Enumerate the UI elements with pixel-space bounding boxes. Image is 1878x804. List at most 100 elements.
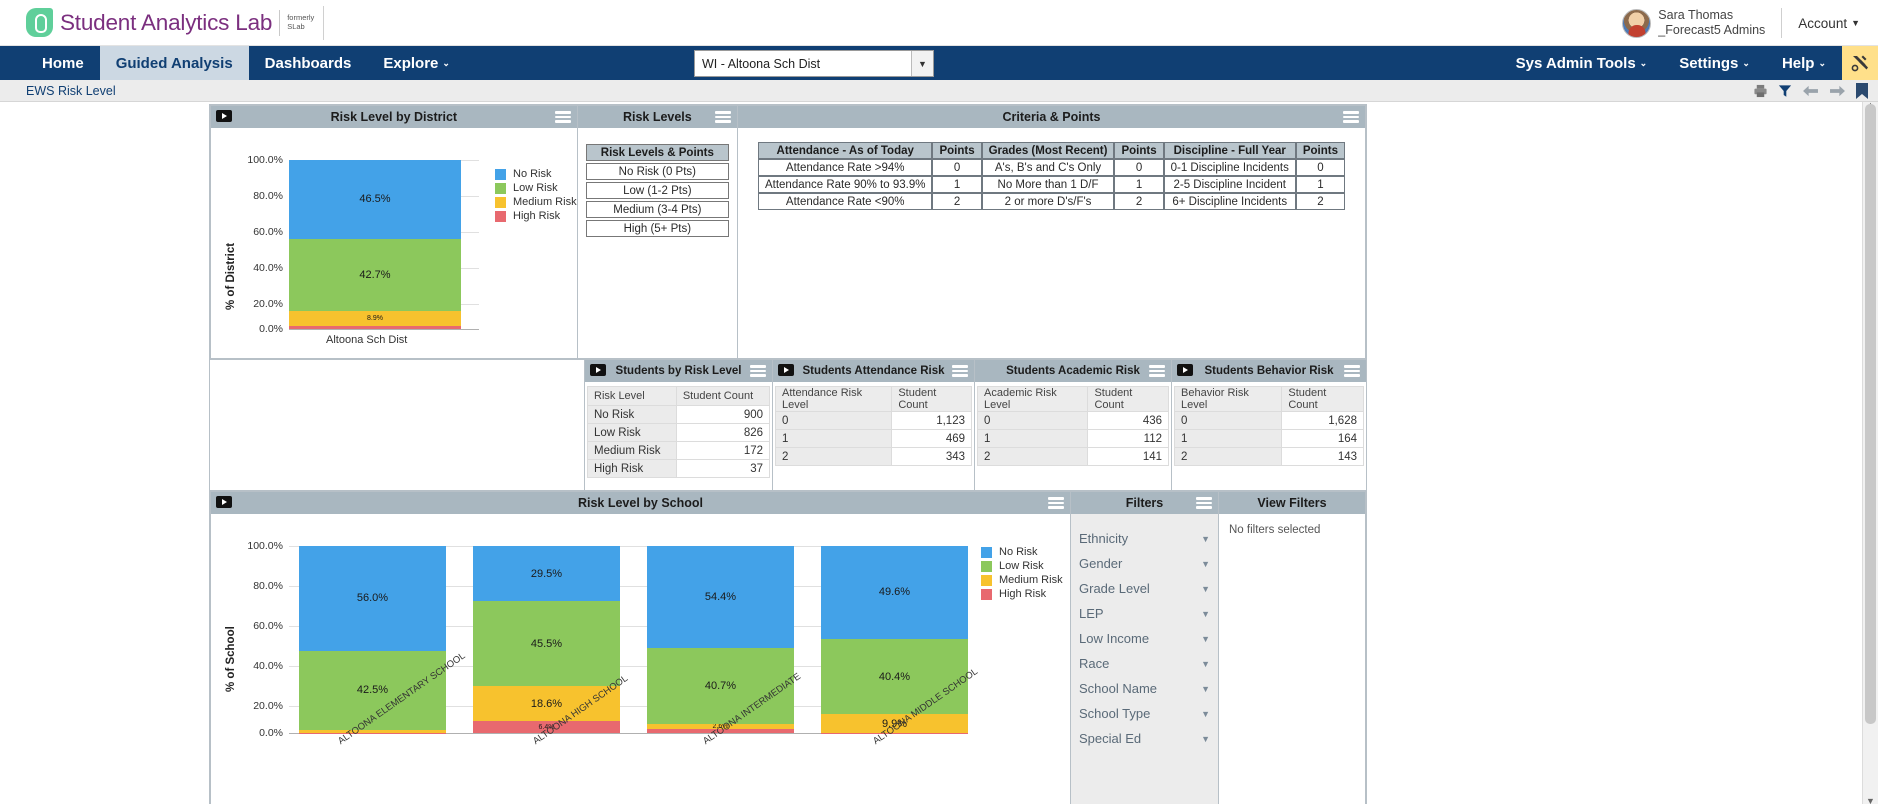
panel-menu-icon[interactable] xyxy=(714,111,731,123)
table-header[interactable]: Student Count xyxy=(1281,386,1364,412)
video-play-icon[interactable] xyxy=(778,364,794,376)
panel-risk-level-by-school: Risk Level by School % of School 100.0% … xyxy=(210,491,1071,804)
table-header[interactable]: Risk Level xyxy=(587,386,677,406)
bar-segment-no-risk[interactable]: 54.4% xyxy=(647,546,794,648)
table-row[interactable]: 1 112 xyxy=(976,429,1169,448)
bar-segment-low-risk[interactable]: 40.4% xyxy=(821,638,968,715)
table-header[interactable]: Student Count xyxy=(675,386,771,406)
filter-item-special-ed[interactable]: Special Ed ▼ xyxy=(1071,726,1218,751)
nav-item-home[interactable]: Home xyxy=(26,46,100,80)
video-play-icon[interactable] xyxy=(590,364,606,376)
table-header[interactable]: Student Count xyxy=(1087,386,1169,412)
bar-segment-no-risk[interactable]: 29.5% xyxy=(473,546,620,602)
bar-segment-medium-risk[interactable]: 8.9% xyxy=(289,310,461,326)
panel-menu-icon[interactable] xyxy=(1343,111,1359,123)
filter-item-school-type[interactable]: School Type ▼ xyxy=(1071,701,1218,726)
legend-item-high-risk[interactable]: High Risk xyxy=(495,210,577,222)
legend-item-low-risk[interactable]: Low Risk xyxy=(981,560,1063,572)
filter-item-lep[interactable]: LEP ▼ xyxy=(1071,601,1218,626)
chevron-down-icon[interactable]: ▼ xyxy=(1201,734,1210,744)
legend-item-medium-risk[interactable]: Medium Risk xyxy=(981,574,1063,586)
bar-segment-no-risk[interactable]: 56.0% xyxy=(299,546,446,651)
panel-menu-icon[interactable] xyxy=(952,365,968,377)
legend-item-high-risk[interactable]: High Risk xyxy=(981,588,1063,600)
table-row[interactable]: 2 343 xyxy=(774,447,972,466)
page-scrollbar[interactable]: ▲ ▼ xyxy=(1862,102,1878,804)
panel-menu-icon[interactable] xyxy=(1149,365,1165,377)
video-play-icon[interactable] xyxy=(1177,364,1193,376)
bar-segment-low-risk[interactable]: 42.7% xyxy=(289,238,461,311)
legend-item-low-risk[interactable]: Low Risk xyxy=(495,182,577,194)
legend-swatch xyxy=(495,182,506,194)
chevron-down-icon[interactable]: ▼ xyxy=(1201,634,1210,644)
table-row[interactable]: Medium (3-4 Pts) xyxy=(585,201,729,218)
app-logo[interactable]: Student Analytics Lab formerly SLab xyxy=(26,5,325,40)
panel-menu-icon[interactable] xyxy=(750,365,766,377)
table-header[interactable]: Academic Risk Level xyxy=(976,386,1089,412)
forward-arrow-icon[interactable] xyxy=(1829,84,1846,98)
chevron-down-icon[interactable]: ▼ xyxy=(1201,684,1210,694)
table-row[interactable]: 0 436 xyxy=(976,411,1169,430)
table-row[interactable]: 2 143 xyxy=(1173,447,1364,466)
legend-item-no-risk[interactable]: No Risk xyxy=(981,546,1063,558)
panel-menu-icon[interactable] xyxy=(1344,365,1360,377)
table-row[interactable]: Low Risk 826 xyxy=(587,423,771,442)
legend-item-medium-risk[interactable]: Medium Risk xyxy=(495,196,577,208)
bar-segment-no-risk[interactable]: 49.6% xyxy=(821,546,968,639)
table-row[interactable]: Low (1-2 Pts) xyxy=(585,182,729,199)
filter-icon[interactable] xyxy=(1778,84,1792,98)
table-header[interactable]: Behavior Risk Level xyxy=(1173,386,1283,412)
bar-segment-high-risk[interactable] xyxy=(289,325,461,329)
chevron-down-icon[interactable]: ▼ xyxy=(1201,534,1210,544)
panel-menu-icon[interactable] xyxy=(554,111,571,123)
bar-segment-no-risk[interactable]: 46.5% xyxy=(289,160,461,239)
scrollbar-thumb[interactable] xyxy=(1865,104,1876,724)
filter-item-gender[interactable]: Gender ▼ xyxy=(1071,551,1218,576)
table-row[interactable]: High (5+ Pts) xyxy=(585,220,729,237)
filter-item-race[interactable]: Race ▼ xyxy=(1071,651,1218,676)
table-row[interactable]: No Risk 900 xyxy=(587,405,771,424)
wrench-screwdriver-icon[interactable] xyxy=(1842,46,1878,80)
chevron-down-icon[interactable]: ▼ xyxy=(1201,609,1210,619)
table-row[interactable]: Medium Risk 172 xyxy=(587,441,771,460)
filter-item-ethnicity[interactable]: Ethnicity ▼ xyxy=(1071,526,1218,551)
print-icon[interactable] xyxy=(1753,84,1768,98)
panel-menu-icon[interactable] xyxy=(1048,497,1064,509)
table-header[interactable]: Student Count xyxy=(891,386,972,412)
legend-item-no-risk[interactable]: No Risk xyxy=(495,168,577,180)
nav-item-settings[interactable]: Settings ⌄ xyxy=(1663,46,1766,80)
chevron-down-icon[interactable]: ▼ xyxy=(1201,584,1210,594)
bar-segment-low-risk[interactable]: 40.7% xyxy=(647,647,794,724)
filter-item-low-income[interactable]: Low Income ▼ xyxy=(1071,626,1218,651)
district-select[interactable]: WI - Altoona Sch Dist ▼ xyxy=(694,50,934,77)
table-row[interactable]: High Risk 37 xyxy=(587,459,771,478)
account-menu[interactable]: Account ▼ xyxy=(1798,16,1860,31)
chevron-down-icon[interactable]: ▼ xyxy=(1201,559,1210,569)
breadcrumb[interactable]: EWS Risk Level xyxy=(26,84,116,98)
filter-item-school-name[interactable]: School Name ▼ xyxy=(1071,676,1218,701)
nav-item-dashboards[interactable]: Dashboards xyxy=(249,46,368,80)
table-row[interactable]: 0 1,628 xyxy=(1173,411,1364,430)
table-row[interactable]: No Risk (0 Pts) xyxy=(585,163,729,180)
filter-item-grade-level[interactable]: Grade Level ▼ xyxy=(1071,576,1218,601)
table-row[interactable]: 2 141 xyxy=(976,447,1169,466)
nav-item-explore[interactable]: Explore ⌄ xyxy=(367,46,466,80)
video-play-icon[interactable] xyxy=(216,496,232,508)
table-row[interactable]: 1 469 xyxy=(774,429,972,448)
avatar[interactable] xyxy=(1622,8,1652,38)
table-row[interactable]: 0 1,123 xyxy=(774,411,972,430)
back-arrow-icon[interactable] xyxy=(1802,84,1819,98)
chevron-down-icon[interactable]: ▼ xyxy=(1201,709,1210,719)
video-play-icon[interactable] xyxy=(216,110,232,122)
table-header[interactable]: Attendance Risk Level xyxy=(774,386,893,412)
nav-item-sys-admin-tools[interactable]: Sys Admin Tools ⌄ xyxy=(1500,46,1664,80)
bar-segment-low-risk[interactable]: 45.5% xyxy=(473,601,620,687)
bookmark-icon[interactable] xyxy=(1856,83,1868,99)
scroll-down-icon[interactable]: ▼ xyxy=(1866,796,1875,804)
nav-item-help[interactable]: Help ⌄ xyxy=(1766,46,1842,80)
panel-menu-icon[interactable] xyxy=(1196,497,1212,509)
chevron-down-icon[interactable]: ▼ xyxy=(1201,659,1210,669)
nav-item-guided-analysis[interactable]: Guided Analysis xyxy=(99,46,249,80)
chevron-down-icon[interactable]: ▼ xyxy=(911,51,933,76)
table-row[interactable]: 1 164 xyxy=(1173,429,1364,448)
